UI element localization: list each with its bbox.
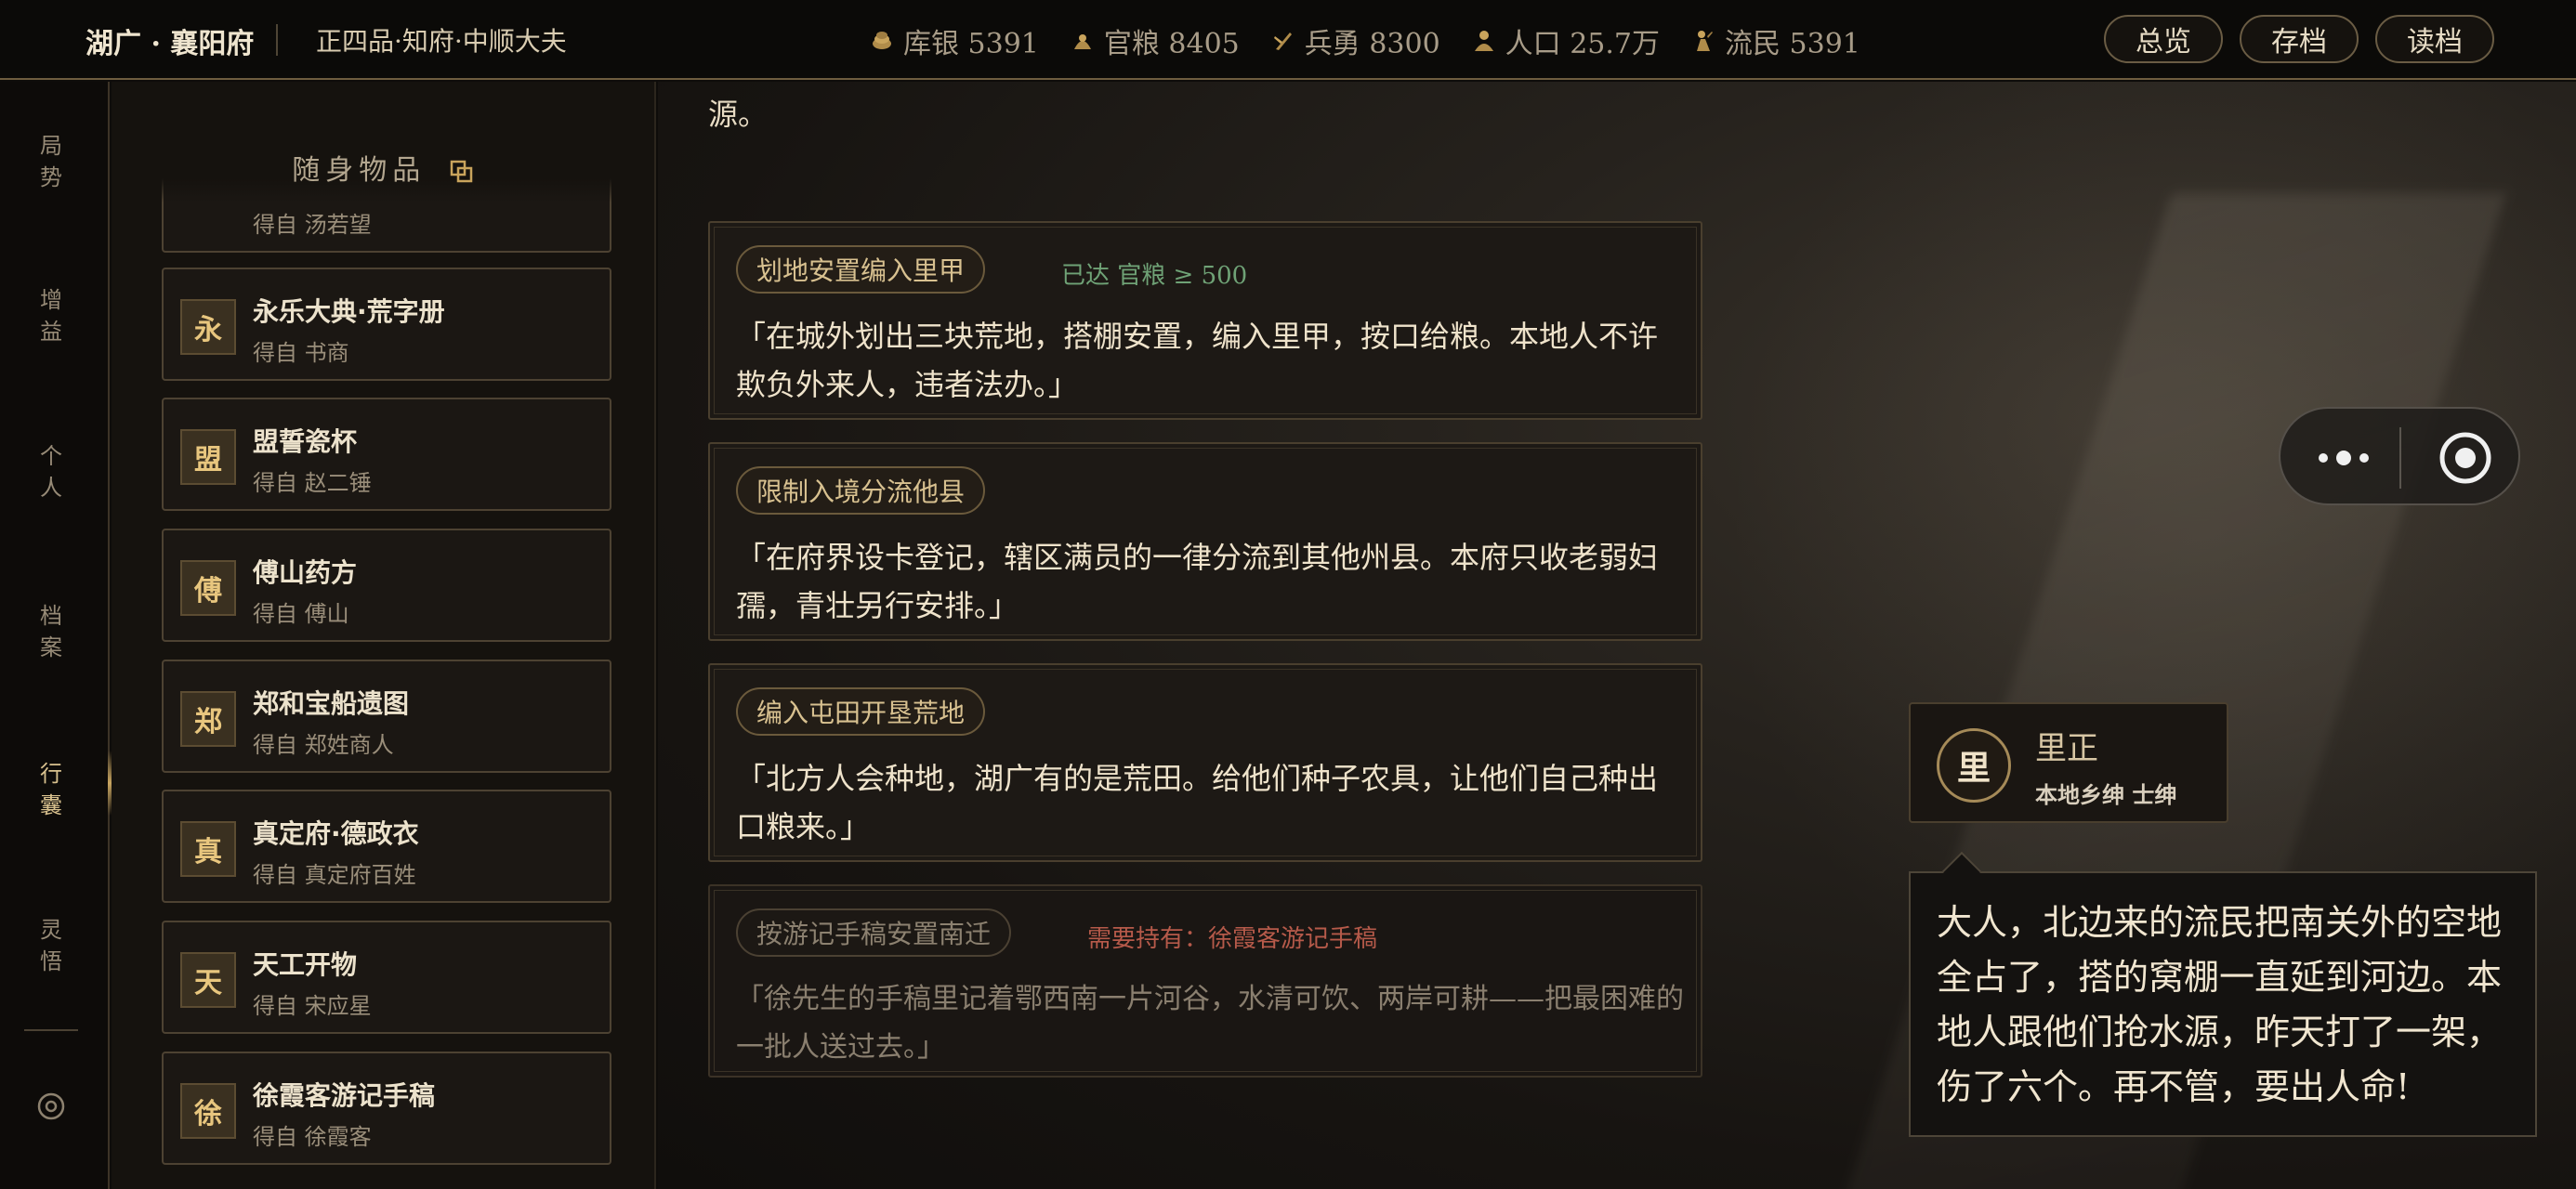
stat-soldiers: 兵勇 8300	[1271, 20, 1440, 61]
nav-situation[interactable]: 局势	[37, 130, 65, 193]
choice-option-locked: 按游记手稿安置南迁 需要持有：徐霞客游记手稿 「徐先生的手稿里记着鄂西南一片河谷…	[708, 884, 1702, 1078]
choice-option[interactable]: 限制入境分流他县 「在府界设卡登记，辖区满员的一律分流到其他州县。本府只收老弱妇…	[708, 442, 1702, 641]
item-source: 得自 宋应星	[253, 993, 372, 1019]
inventory-item[interactable]: 天 天工开物 得自 宋应星	[162, 921, 611, 1034]
people-icon	[1474, 31, 1493, 51]
choice-tag: 限制入境分流他县	[736, 466, 986, 515]
close-target-icon[interactable]	[2437, 429, 2494, 487]
item-badge: 徐	[180, 1083, 236, 1139]
item-source: 得自 真定府百姓	[253, 862, 416, 888]
item-name: 真定府·德政衣	[253, 818, 419, 849]
item-badge: 永	[180, 299, 236, 355]
npc-role: 本地乡绅 士绅	[2035, 782, 2177, 808]
item-badge: 天	[180, 952, 236, 1008]
npc-name: 里正	[2035, 730, 2098, 767]
item-source: 得自 赵二锤	[253, 470, 372, 496]
title-divider	[276, 24, 278, 56]
choice-tag: 编入屯田开垦荒地	[736, 687, 986, 736]
item-source: 得自 郑姓商人	[253, 732, 394, 758]
item-name: 天工开物	[253, 949, 358, 980]
stat-population: 人口 25.7万	[1472, 20, 1660, 61]
item-badge: 盟	[180, 429, 236, 485]
item-name: 郑和宝船遗图	[253, 688, 410, 719]
nav-archive[interactable]: 档案	[37, 600, 65, 663]
coins-icon	[873, 32, 891, 49]
inventory-item[interactable]: 盟 盟誓瓷杯 得自 赵二锤	[162, 398, 611, 511]
item-badge: 真	[180, 821, 236, 877]
grain-icon	[1073, 34, 1091, 49]
stat-population-label: 人口 25.7万	[1505, 28, 1661, 60]
npc-speech-text: 大人，北边来的流民把南关外的空地全占了，搭的窝棚一直延到河边。本地人跟他们抢水源…	[1937, 902, 2503, 1107]
item-name: 徐霞客游记手稿	[253, 1080, 436, 1111]
choice-tag: 划地安置编入里甲	[736, 245, 986, 294]
capsule-divider	[2399, 427, 2401, 489]
item-source: 得自 傅山	[253, 601, 349, 627]
nav-buffs[interactable]: 增益	[37, 284, 65, 347]
inventory-item[interactable]: 真 真定府·德政衣 得自 真定府百姓	[162, 790, 611, 903]
stat-treasury: 库银 5391	[870, 20, 1039, 61]
choice-option[interactable]: 划地安置编入里甲 已达 官粮 ≥ 500 「在城外划出三块荒地，搭棚安置，编入里…	[708, 221, 1702, 420]
inventory-item[interactable]: 傅 傅山药方 得自 傅山	[162, 529, 611, 642]
more-icon[interactable]	[2314, 433, 2373, 483]
top-bar: 湖广 · 襄阳府 正四品·知府·中顺大夫 库银 5391 官粮 8405 兵勇 …	[0, 0, 2576, 80]
nav-divider	[24, 1029, 78, 1031]
inventory-panel: 得自 汤若望 永 永乐大典·荒字册 得自 书商 盟 盟誓瓷杯 得自 赵二锤 傅 …	[112, 82, 656, 1189]
npc-avatar: 里	[1937, 728, 2011, 803]
stat-refugees-label: 流民 5391	[1725, 28, 1860, 60]
item-badge: 傅	[180, 560, 236, 616]
choice-requirement: 需要持有：徐霞客游记手稿	[1087, 925, 1378, 953]
npc-speech-bubble: 大人，北边来的流民把南关外的空地全占了，搭的窝棚一直延到河边。本地人跟他们抢水源…	[1909, 851, 2537, 1137]
item-name: 盟誓瓷杯	[253, 426, 358, 457]
story-text-tail: 源。	[708, 97, 769, 132]
stat-grain: 官粮 8405	[1071, 20, 1240, 61]
nav-insight[interactable]: 灵悟	[37, 914, 65, 977]
choice-option[interactable]: 编入屯田开垦荒地 「北方人会种地，湖广有的是荒田。给他们种子农具，让他们自己种出…	[708, 663, 1702, 862]
stat-treasury-label: 库银 5391	[903, 28, 1039, 60]
overview-button[interactable]: 总览	[2104, 15, 2223, 63]
inventory-item[interactable]: 郑 郑和宝船遗图 得自 郑姓商人	[162, 660, 611, 773]
choice-condition-met: 已达 官粮 ≥ 500	[1061, 262, 1248, 290]
stat-refugees: 流民 5391	[1691, 20, 1860, 61]
region-title: 湖广 · 襄阳府	[85, 28, 255, 60]
inventory-item[interactable]: 徐 徐霞客游记手稿 得自 徐霞客	[162, 1052, 611, 1165]
item-name: 傅山药方	[253, 557, 358, 588]
item-source: 得自 书商	[253, 340, 349, 366]
item-badge: 郑	[180, 691, 236, 747]
choice-text: 「北方人会种地，湖广有的是荒田。给他们种子农具，让他们自己种出口粮来。」	[736, 761, 1659, 844]
nav-bag[interactable]: 行囊	[37, 758, 65, 821]
settings-icon[interactable]	[35, 1091, 67, 1122]
inventory-title-text: 随身物品	[292, 154, 427, 187]
nav-personal[interactable]: 个人	[37, 440, 65, 503]
item-source: 得自 徐霞客	[253, 1124, 372, 1150]
save-button[interactable]: 存档	[2240, 15, 2359, 63]
inventory-item[interactable]: 永 永乐大典·荒字册 得自 书商	[162, 268, 611, 381]
choice-text: 「在城外划出三块荒地，搭棚安置，编入里甲，按口给粮。本地人不许欺负外来人，违者法…	[736, 319, 1659, 402]
soldier-icon	[1273, 33, 1292, 50]
official-rank: 正四品·知府·中顺大夫	[316, 26, 567, 57]
inventory-item-source: 得自 汤若望	[253, 212, 372, 238]
stat-soldiers-label: 兵勇 8300	[1304, 28, 1440, 60]
capsule-menu	[2279, 407, 2520, 505]
load-button[interactable]: 读档	[2375, 15, 2494, 63]
choice-text: 「徐先生的手稿里记着鄂西南一片河谷，水清可饮、两岸可耕——把最困难的一批人送过去…	[736, 983, 1684, 1064]
refugee-icon	[1697, 31, 1714, 51]
resource-stats: 库银 5391 官粮 8405 兵勇 8300 人口 25.7万 流民 5391	[870, 20, 1860, 61]
item-name: 永乐大典·荒字册	[253, 296, 445, 327]
choice-text: 「在府界设卡登记，辖区满员的一律分流到其他州县。本府只收老弱妇孺，青壮另行安排。…	[736, 540, 1659, 623]
npc-card: 里 里正 本地乡绅 士绅	[1909, 702, 2228, 823]
choice-tag: 按游记手稿安置南迁	[736, 908, 1012, 957]
copy-icon[interactable]	[448, 158, 476, 186]
left-nav: 局势 增益 个人 档案 行囊 灵悟	[0, 82, 110, 1189]
stat-grain-label: 官粮 8405	[1103, 28, 1240, 60]
inventory-title: 随身物品	[112, 147, 654, 188]
